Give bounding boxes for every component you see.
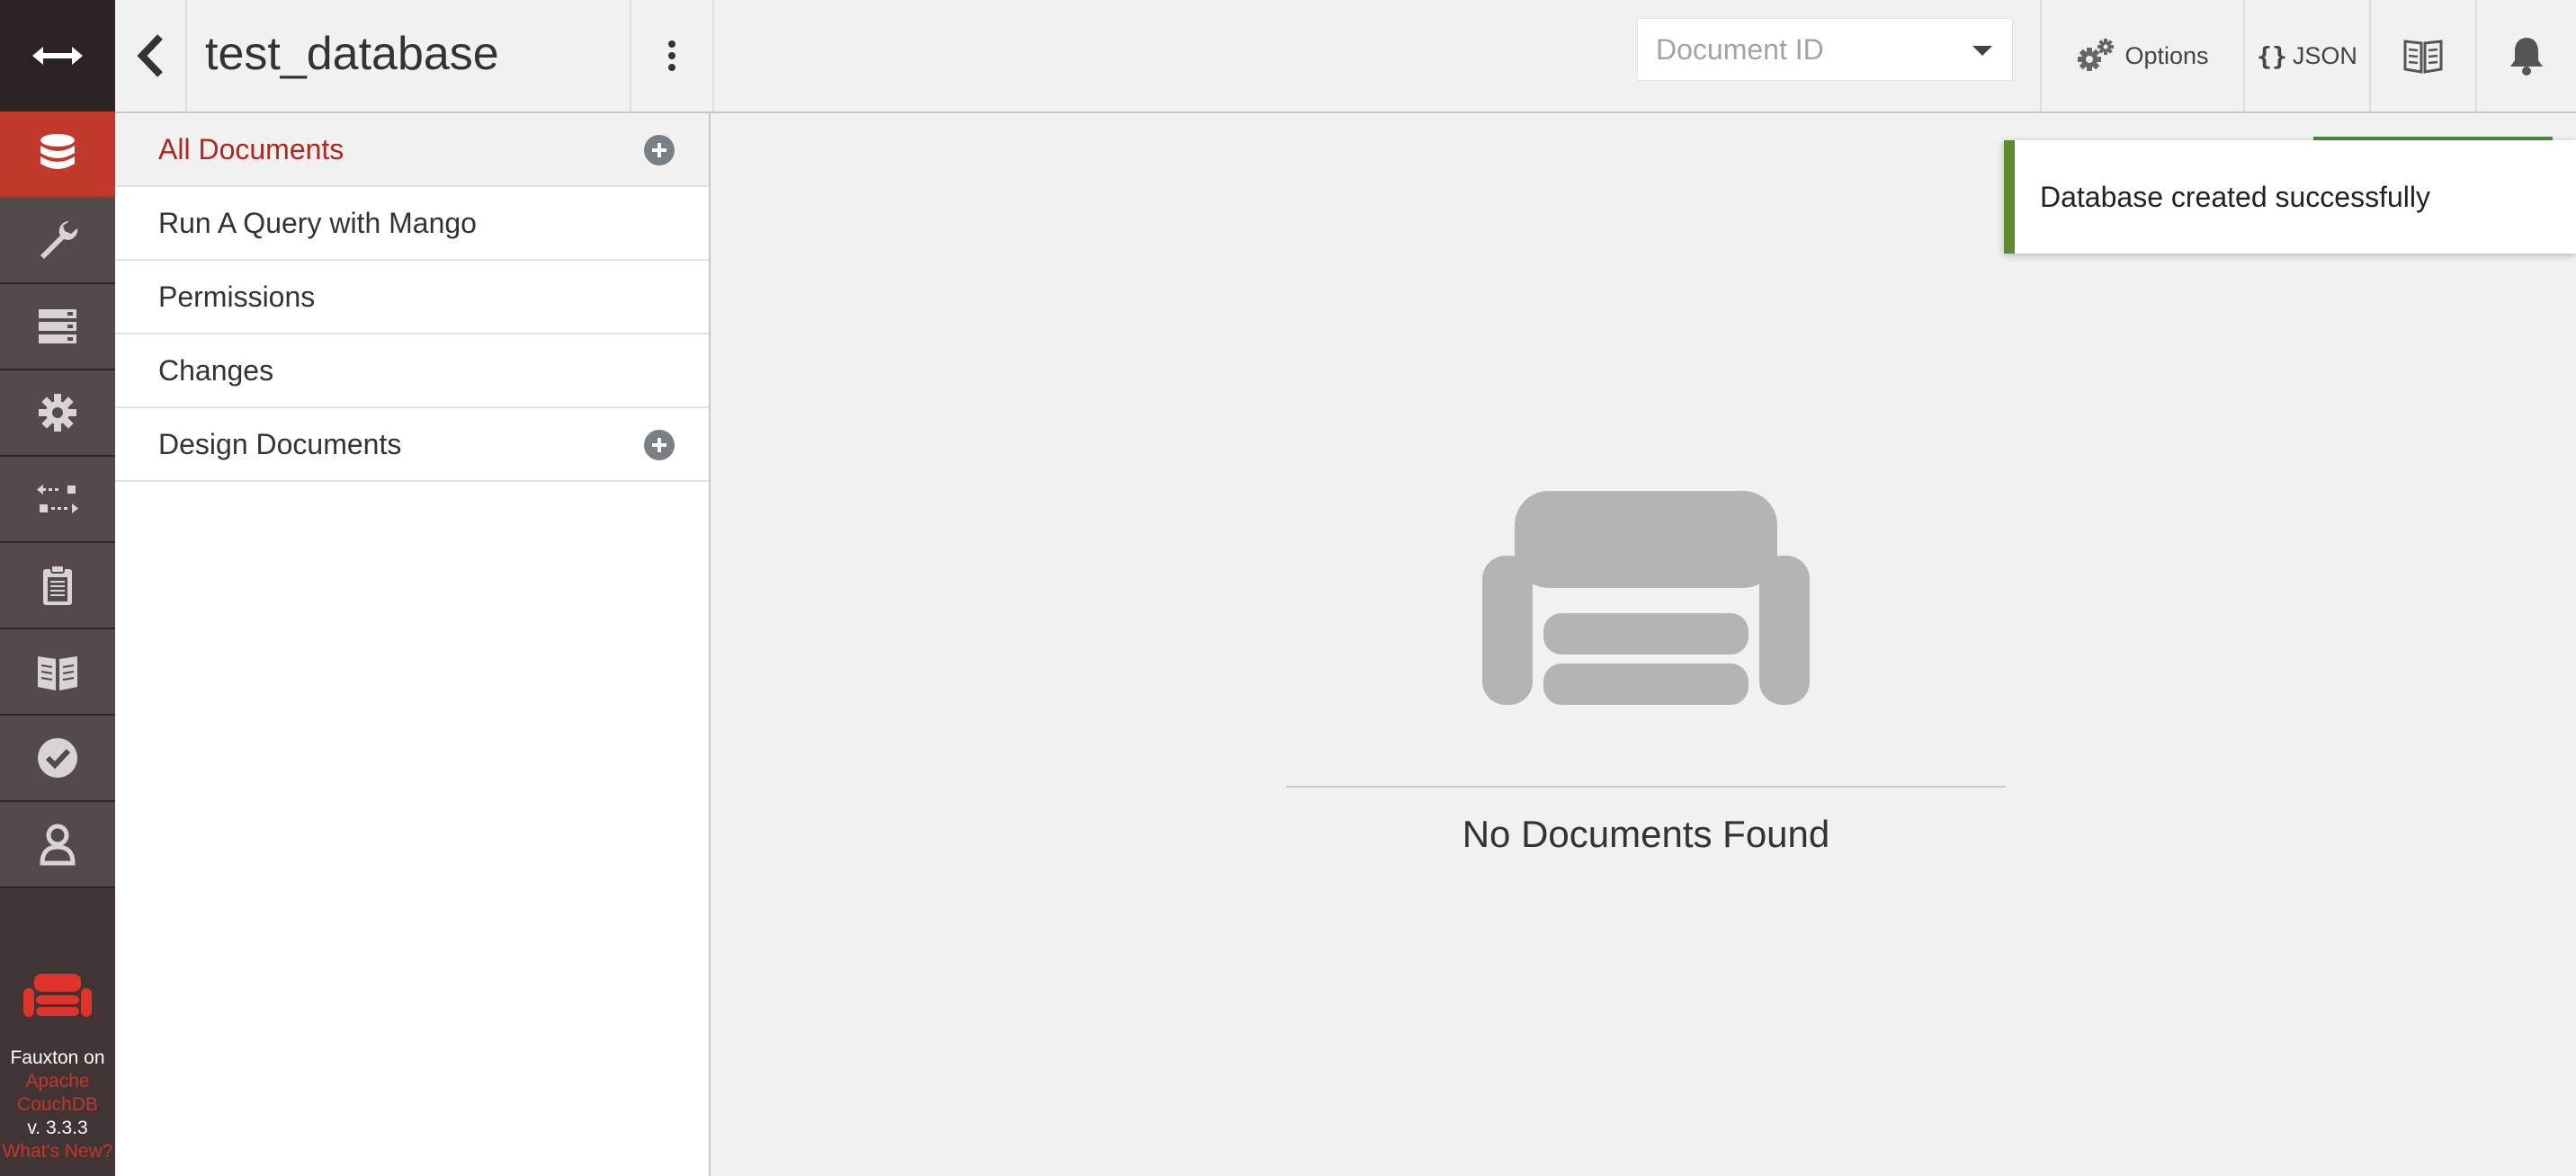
kebab-menu-icon bbox=[668, 40, 675, 71]
nav-verify[interactable] bbox=[0, 716, 115, 802]
check-circle-icon bbox=[38, 738, 77, 778]
sidebar-item-label: Run A Query with Mango bbox=[158, 206, 477, 239]
database-icon bbox=[40, 134, 75, 169]
server-icon bbox=[39, 309, 76, 343]
main-content: No Documents Found bbox=[711, 113, 2576, 1176]
api-docs-button[interactable] bbox=[2369, 0, 2475, 111]
nav-config[interactable] bbox=[0, 370, 115, 457]
braces-icon: {} bbox=[2257, 40, 2287, 71]
whats-new-link[interactable]: What's New? bbox=[0, 1140, 115, 1163]
couchdb-logo bbox=[0, 972, 115, 1027]
footer-apache-link[interactable]: Apache bbox=[0, 1070, 115, 1093]
nav-replication[interactable] bbox=[0, 457, 115, 543]
chevron-left-icon bbox=[137, 34, 163, 77]
rail-footer: Fauxton on Apache CouchDB v. 3.3.3 What'… bbox=[0, 972, 115, 1163]
primary-nav-rail: Fauxton on Apache CouchDB v. 3.3.3 What'… bbox=[0, 0, 115, 1176]
options-label: Options bbox=[2124, 41, 2209, 69]
sidebar-item-mango-query[interactable]: Run A Query with Mango bbox=[115, 187, 709, 261]
notification-toast[interactable]: Database created successfully bbox=[2004, 140, 2576, 254]
nav-setup[interactable] bbox=[0, 198, 115, 284]
document-id-jump-input[interactable]: Document ID bbox=[1637, 18, 2013, 81]
gears-icon bbox=[2078, 39, 2115, 71]
clipboard-icon bbox=[43, 565, 72, 605]
couch-logo-icon bbox=[23, 974, 92, 1017]
footer-version: v. 3.3.3 bbox=[27, 1118, 88, 1138]
top-header: test_database Document ID Options {} JSO… bbox=[115, 0, 2576, 113]
sidebar-item-label: Changes bbox=[158, 353, 274, 387]
sidebar-item-all-documents[interactable]: All Documents bbox=[115, 113, 709, 187]
divider bbox=[1286, 786, 2006, 788]
database-title: test_database bbox=[205, 28, 499, 80]
notifications-button[interactable] bbox=[2475, 0, 2576, 111]
nav-databases[interactable] bbox=[0, 111, 115, 198]
bell-icon bbox=[2510, 38, 2543, 76]
sidebar-item-design-documents[interactable]: Design Documents bbox=[115, 408, 709, 482]
footer-couchdb-link[interactable]: CouchDB bbox=[0, 1093, 115, 1117]
nav-documentation-clipboard[interactable] bbox=[0, 543, 115, 629]
back-button[interactable] bbox=[115, 0, 187, 111]
footer-fauxton-on: Fauxton on bbox=[10, 1047, 105, 1068]
add-document-button[interactable] bbox=[644, 135, 675, 165]
options-button[interactable]: Options bbox=[2040, 0, 2243, 111]
json-button[interactable]: {} JSON bbox=[2243, 0, 2369, 111]
chevron-down-icon[interactable] bbox=[1972, 46, 1992, 56]
add-design-document-button[interactable] bbox=[644, 430, 675, 460]
book-icon bbox=[2403, 40, 2443, 74]
nav-user[interactable] bbox=[0, 802, 115, 888]
sidebar-item-label: All Documents bbox=[158, 132, 344, 165]
collapse-nav-toggle[interactable] bbox=[0, 0, 115, 111]
plus-icon bbox=[652, 143, 666, 157]
double-arrow-icon bbox=[32, 47, 83, 65]
empty-state bbox=[1286, 491, 2006, 713]
database-actions-menu[interactable] bbox=[630, 0, 714, 111]
sidebar-item-permissions[interactable]: Permissions bbox=[115, 261, 709, 334]
plus-icon bbox=[652, 438, 666, 452]
empty-state-message: No Documents Found bbox=[1462, 813, 1830, 855]
sidebar-item-label: Permissions bbox=[158, 280, 316, 313]
wrench-icon bbox=[40, 220, 78, 259]
sidebar-item-label: Design Documents bbox=[158, 427, 402, 460]
book-icon bbox=[38, 656, 77, 690]
sidebar-item-changes[interactable]: Changes bbox=[115, 334, 709, 408]
database-sidebar: All Documents Run A Query with Mango Per… bbox=[115, 113, 711, 1176]
couch-icon bbox=[1482, 491, 1810, 705]
document-id-placeholder: Document ID bbox=[1656, 33, 1824, 66]
replication-icon bbox=[37, 485, 78, 513]
toast-message: Database created successfully bbox=[2040, 180, 2430, 213]
gear-icon bbox=[39, 394, 76, 432]
json-label: JSON bbox=[2292, 41, 2357, 69]
nav-documentation[interactable] bbox=[0, 629, 115, 716]
nav-active-tasks[interactable] bbox=[0, 284, 115, 370]
user-icon bbox=[40, 824, 76, 866]
